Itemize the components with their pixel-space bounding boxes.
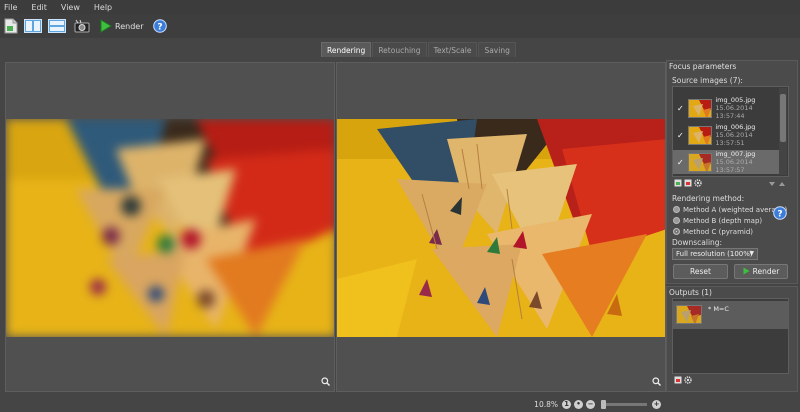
settings-gear-icon[interactable]: [684, 376, 692, 384]
panel-render-button[interactable]: Render: [734, 264, 788, 279]
move-up-icon[interactable]: [778, 180, 786, 188]
source-image-viewport[interactable]: [5, 62, 335, 392]
output-list-actions: [674, 376, 694, 384]
zoom-in-icon[interactable]: +: [652, 399, 661, 409]
reorder-actions: [768, 180, 788, 188]
method-c-radio[interactable]: Method C (pyramid): [673, 226, 787, 237]
panel-render-label: Render: [752, 267, 780, 276]
image-checkbox[interactable]: ✓: [677, 104, 684, 112]
status-bar: 10.8% 1 • − +: [0, 396, 800, 412]
method-c-label: Method C (pyramid): [683, 227, 754, 236]
output-label: * M=C: [708, 305, 729, 313]
toolbar: Render ?: [0, 14, 800, 38]
tab-rendering[interactable]: Rendering: [321, 42, 372, 57]
rendering-method-group: Method A (weighted average) Method B (de…: [673, 204, 787, 237]
add-image-icon[interactable]: [674, 179, 682, 187]
svg-text:?: ?: [158, 23, 163, 33]
move-down-icon[interactable]: [768, 180, 776, 188]
radio-indicator: [673, 206, 680, 213]
tab-bar: Rendering Retouching Text/Scale Saving: [321, 42, 517, 57]
menu-help[interactable]: Help: [94, 3, 112, 12]
zoom-slider-handle[interactable]: [601, 399, 606, 409]
method-b-label: Method B (depth map): [683, 216, 763, 225]
image-date: 15.06.2014 13:57:57: [715, 158, 753, 174]
image-filename: img_007.jpg: [715, 150, 756, 158]
image-thumbnail: [687, 98, 713, 118]
outputs-title: Outputs (1): [669, 288, 712, 297]
tab-saving[interactable]: Saving: [478, 42, 516, 57]
image-date: 15.06.2014 13:57:51: [715, 131, 753, 147]
list-item[interactable]: ✓ img_006.jpg 15.06.2014 13:57:51: [673, 123, 780, 147]
render-button[interactable]: Render: [100, 17, 143, 35]
tab-retouching[interactable]: Retouching: [372, 42, 427, 57]
downscaling-title: Downscaling:: [672, 238, 723, 247]
image-checkbox[interactable]: ✓: [677, 158, 684, 166]
source-images-title: Source images (7):: [672, 76, 743, 85]
image-filename: img_005.jpg: [715, 96, 756, 104]
output-thumbnail: [676, 305, 702, 324]
source-list-actions: [674, 179, 704, 187]
image-filename: img_006.jpg: [715, 123, 756, 131]
zoom-fit-icon[interactable]: [652, 377, 661, 388]
help-icon[interactable]: ?: [153, 17, 168, 35]
rendered-preview-image: [337, 119, 665, 337]
remove-image-icon[interactable]: [684, 179, 692, 187]
render-play-icon: [743, 267, 750, 277]
chevron-down-icon: ▼: [749, 250, 754, 257]
layout-split-icon[interactable]: [24, 17, 42, 35]
method-b-radio[interactable]: Method B (depth map): [673, 215, 787, 226]
menu-view[interactable]: View: [61, 3, 80, 12]
menu-edit[interactable]: Edit: [31, 3, 47, 12]
method-a-radio[interactable]: Method A (weighted average): [673, 204, 787, 215]
image-thumbnail: [687, 152, 713, 172]
new-project-icon[interactable]: [4, 17, 18, 35]
layout-stack-icon[interactable]: [48, 17, 66, 35]
menu-bar: File Edit View Help: [0, 0, 800, 14]
outputs-list[interactable]: * M=C: [672, 298, 789, 374]
list-item[interactable]: ✓ img_007.jpg 15.06.2014 13:57:57: [673, 150, 780, 174]
svg-text:?: ?: [777, 210, 782, 220]
tab-text-scale[interactable]: Text/Scale: [427, 42, 478, 57]
source-preview-image: [6, 119, 334, 337]
list-item[interactable]: * M=C: [673, 301, 788, 329]
reset-button[interactable]: Reset: [673, 264, 728, 279]
method-help-icon[interactable]: ?: [773, 206, 787, 222]
zoom-level: 10.8%: [534, 399, 558, 409]
zoom-fit-icon[interactable]: •: [574, 399, 583, 409]
image-date: 15.06.2014 13:57:44: [715, 104, 753, 120]
method-a-label: Method A (weighted average): [683, 205, 788, 214]
source-images-list[interactable]: ✓ img_005.jpg 15.06.2014 13:57:44 ✓ img_…: [672, 86, 789, 177]
rendered-image-viewport[interactable]: [336, 62, 666, 392]
image-thumbnail: [687, 125, 713, 145]
render-button-label: Render: [115, 21, 144, 31]
render-play-icon: [100, 19, 112, 33]
downscaling-select[interactable]: Full resolution (100%) ▼: [672, 248, 758, 260]
menu-file[interactable]: File: [4, 3, 17, 12]
zoom-out-icon[interactable]: −: [586, 399, 595, 409]
image-checkbox[interactable]: ✓: [677, 131, 684, 139]
zoom-slider[interactable]: [601, 399, 647, 409]
source-list-scrollbar[interactable]: [779, 88, 787, 175]
zoom-fit-icon[interactable]: [321, 377, 330, 388]
radio-indicator: [673, 228, 680, 235]
scrollbar-thumb[interactable]: [780, 94, 786, 142]
remove-output-icon[interactable]: [674, 376, 682, 384]
settings-gear-icon[interactable]: [694, 179, 702, 187]
list-item[interactable]: ✓ img_005.jpg 15.06.2014 13:57:44: [673, 96, 780, 120]
camera-icon[interactable]: [74, 17, 90, 35]
zoom-actual-size-icon[interactable]: 1: [562, 399, 571, 409]
radio-indicator: [673, 217, 680, 224]
downscaling-value: Full resolution (100%): [676, 250, 753, 258]
rendering-method-title: Rendering method:: [672, 194, 745, 203]
focus-parameters-title: Focus parameters: [669, 62, 737, 71]
